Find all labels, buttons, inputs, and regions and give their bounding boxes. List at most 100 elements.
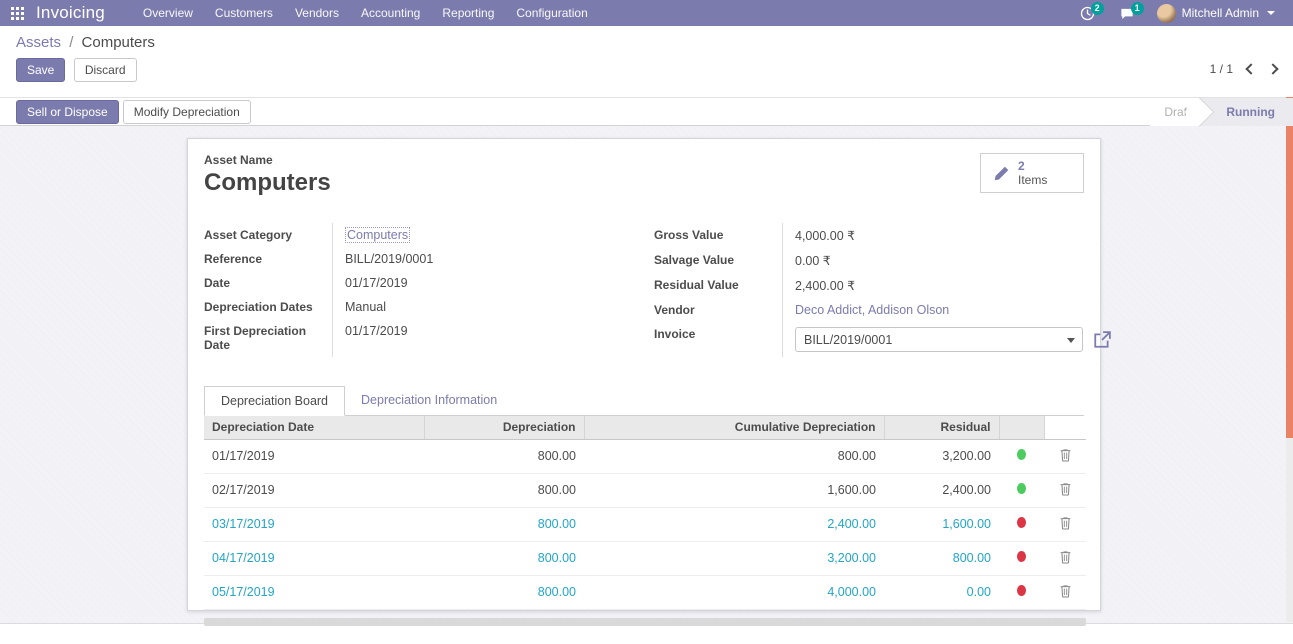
asset-category-link[interactable]: Computers [345, 227, 410, 243]
top-navbar: Invoicing Overview Customers Vendors Acc… [0, 0, 1293, 26]
cell-depreciation: 800.00 [424, 473, 584, 507]
tab-depreciation-board[interactable]: Depreciation Board [204, 386, 345, 416]
field-groups: Asset Category Computers Reference BILL/… [204, 223, 1084, 357]
pager-previous-button[interactable] [1245, 63, 1256, 74]
cell-cumulative: 3,200.00 [584, 541, 884, 575]
apps-grid-icon [11, 7, 24, 20]
sell-or-dispose-button[interactable]: Sell or Dispose [16, 100, 119, 124]
state-draft[interactable]: Draft [1150, 98, 1200, 126]
pager-next-button[interactable] [1267, 63, 1278, 74]
asset-name-value[interactable]: Computers [204, 169, 331, 197]
chevron-down-icon [1267, 11, 1275, 15]
cell-residual: 1,600.00 [884, 507, 999, 541]
cell-residual: 0.00 [884, 575, 999, 609]
messages-button[interactable]: 1 [1109, 2, 1145, 25]
cell-status [999, 575, 1044, 609]
delete-row-button[interactable] [1044, 473, 1086, 507]
menu-accounting[interactable]: Accounting [351, 0, 430, 26]
header-residual: Residual [884, 416, 999, 439]
header-depreciation-date: Depreciation Date [204, 416, 424, 439]
trash-icon [1059, 550, 1072, 564]
external-link-icon [1093, 331, 1111, 349]
control-panel-row: Save Discard 1 / 1 [16, 58, 1277, 82]
items-count: 2 [1018, 159, 1047, 173]
header-cumulative-depreciation: Cumulative Depreciation [584, 416, 884, 439]
table-row[interactable]: 04/17/2019 800.00 3,200.00 800.00 [204, 541, 1086, 575]
table-horizontal-scrollbar[interactable] [204, 618, 1086, 626]
pager-counter: 1 / 1 [1210, 62, 1233, 76]
vendor-link[interactable]: Deco Addict, Addison Olson [795, 303, 949, 317]
user-avatar [1157, 4, 1176, 23]
pager: 1 / 1 [1210, 58, 1277, 76]
status-dot [1017, 517, 1026, 528]
trash-icon [1059, 448, 1072, 462]
items-label: Items [1018, 173, 1047, 187]
status-dot [1017, 449, 1026, 460]
menu-overview[interactable]: Overview [133, 0, 203, 26]
trash-icon [1059, 482, 1072, 496]
app-title: Invoicing [36, 3, 105, 23]
table-row[interactable]: 03/17/2019 800.00 2,400.00 1,600.00 [204, 507, 1086, 541]
cell-status [999, 473, 1044, 507]
save-button[interactable]: Save [16, 58, 65, 82]
residual-value-value[interactable]: 2,400.00 ₹ [782, 273, 1111, 298]
discard-button[interactable]: Discard [74, 58, 137, 82]
modify-depreciation-button[interactable]: Modify Depreciation [123, 100, 251, 124]
cell-date: 05/17/2019 [204, 575, 424, 609]
residual-value-label: Residual Value [654, 273, 782, 298]
vertical-scrollbar-track[interactable] [1286, 97, 1293, 622]
asset-form-sheet: Asset Name Computers 2 Items Asset Categ… [187, 138, 1101, 611]
open-invoice-button[interactable] [1093, 331, 1111, 349]
tab-depreciation-information[interactable]: Depreciation Information [345, 386, 513, 416]
menu-customers[interactable]: Customers [205, 0, 283, 26]
table-row[interactable]: 01/17/2019 800.00 800.00 3,200.00 [204, 439, 1086, 473]
breadcrumb: Assets / Computers [16, 34, 1277, 51]
user-menu[interactable]: Mitchell Admin [1149, 2, 1283, 25]
date-value[interactable]: 01/17/2019 [332, 271, 644, 295]
header-depreciation: Depreciation [424, 416, 584, 439]
depreciation-dates-label: Depreciation Dates [204, 295, 332, 319]
invoice-label: Invoice [654, 322, 782, 357]
statusbar-buttons: Sell or Dispose Modify Depreciation [0, 100, 251, 124]
invoice-input[interactable] [795, 327, 1083, 352]
reference-value[interactable]: BILL/2019/0001 [332, 247, 644, 271]
first-depreciation-date-value[interactable]: 01/17/2019 [332, 319, 644, 357]
asset-name-label: Asset Name [204, 153, 331, 167]
activities-button[interactable]: 2 [1070, 2, 1105, 25]
navbar-right: 2 1 Mitchell Admin [1070, 2, 1293, 25]
cell-residual: 3,200.00 [884, 439, 999, 473]
table-row[interactable]: 05/17/2019 800.00 4,000.00 0.00 [204, 575, 1086, 609]
activities-badge: 2 [1091, 2, 1104, 15]
cell-depreciation: 800.00 [424, 439, 584, 473]
menu-configuration[interactable]: Configuration [506, 0, 597, 26]
delete-row-button[interactable] [1044, 541, 1086, 575]
items-stat-button[interactable]: 2 Items [980, 153, 1084, 193]
breadcrumb-separator: / [69, 34, 73, 51]
depreciation-dates-value[interactable]: Manual [332, 295, 644, 319]
pencil-icon [993, 165, 1010, 182]
cell-date: 03/17/2019 [204, 507, 424, 541]
apps-menu-button[interactable] [0, 0, 34, 26]
delete-row-button[interactable] [1044, 439, 1086, 473]
gross-value-value[interactable]: 4,000.00 ₹ [782, 223, 1111, 248]
main-menu: Overview Customers Vendors Accounting Re… [133, 0, 598, 26]
status-dot [1017, 585, 1026, 596]
delete-row-button[interactable] [1044, 507, 1086, 541]
cell-depreciation: 800.00 [424, 541, 584, 575]
delete-row-button[interactable] [1044, 575, 1086, 609]
menu-vendors[interactable]: Vendors [285, 0, 349, 26]
left-field-group: Asset Category Computers Reference BILL/… [204, 223, 644, 357]
breadcrumb-assets[interactable]: Assets [16, 34, 61, 51]
menu-reporting[interactable]: Reporting [432, 0, 504, 26]
status-dot [1017, 483, 1026, 494]
trash-icon [1059, 516, 1072, 530]
messages-badge: 1 [1131, 2, 1144, 15]
header-status [999, 416, 1044, 439]
page: Invoicing Overview Customers Vendors Acc… [0, 0, 1293, 644]
table-row[interactable]: 02/17/2019 800.00 1,600.00 2,400.00 [204, 473, 1086, 507]
vertical-scrollbar-thumb[interactable] [1286, 97, 1293, 438]
right-field-group: Gross Value 4,000.00 ₹ Salvage Value 0.0… [644, 223, 1084, 357]
vendor-value: Deco Addict, Addison Olson [782, 298, 1111, 322]
trash-icon [1059, 584, 1072, 598]
salvage-value-value[interactable]: 0.00 ₹ [782, 248, 1111, 273]
